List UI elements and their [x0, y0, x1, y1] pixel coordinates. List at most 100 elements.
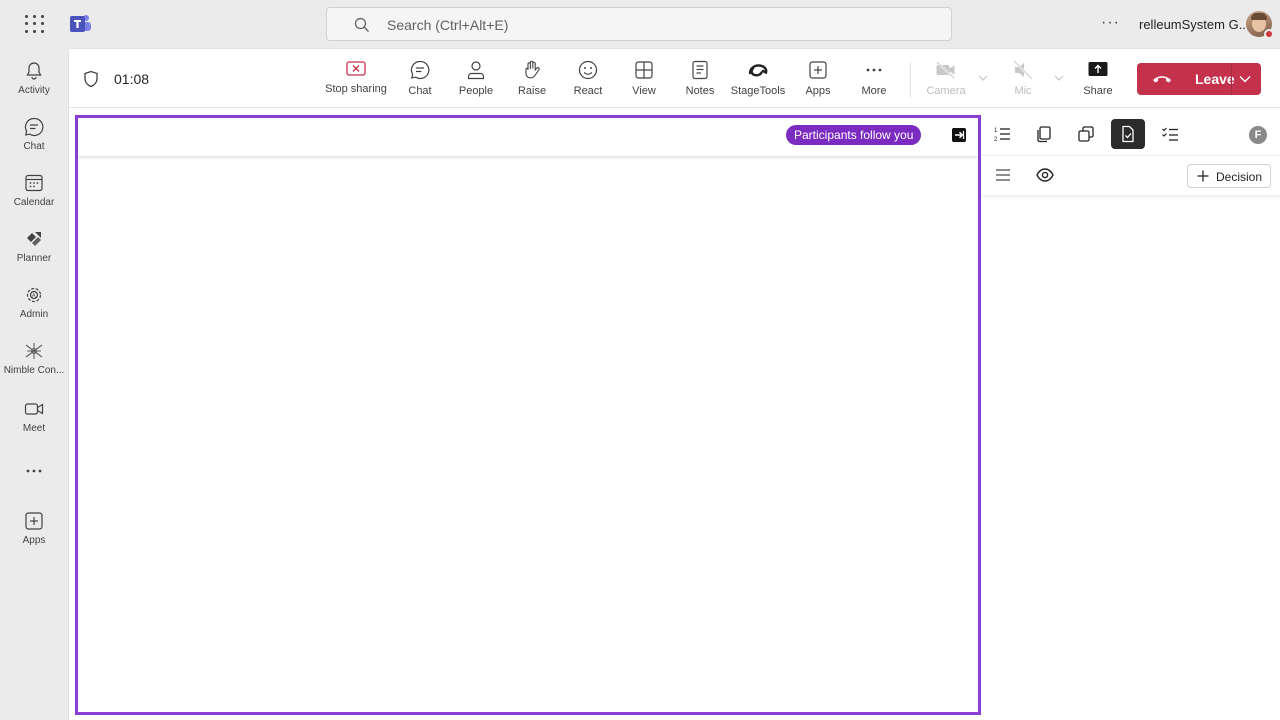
- exit-arrow-icon[interactable]: [952, 128, 966, 142]
- raise-label: Raise: [517, 85, 547, 97]
- raise-hand-icon: [525, 60, 540, 79]
- react-label: React: [573, 85, 603, 97]
- stage-header: Participants follow you: [78, 118, 978, 156]
- people-button[interactable]: People: [454, 59, 498, 103]
- rail-item-activity[interactable]: Activity: [0, 52, 68, 108]
- rail-item-nimble[interactable]: Nimble Con...: [0, 332, 68, 388]
- camera-chevron-down-icon[interactable]: [977, 72, 989, 84]
- tab-copy[interactable]: [1027, 119, 1061, 149]
- panel-tabs: 1 2 F: [981, 109, 1280, 155]
- apps-button[interactable]: Apps: [798, 59, 838, 103]
- meeting-window: 01:08 Stop sharing Chat People Raise Rea…: [68, 48, 1280, 720]
- bell-icon: [26, 62, 42, 80]
- tab-duplicate[interactable]: [1069, 119, 1103, 149]
- rail-item-planner[interactable]: Planner: [0, 220, 68, 276]
- participant-avatar[interactable]: F: [1249, 126, 1267, 144]
- mic-label: Mic: [1014, 85, 1032, 97]
- user-name[interactable]: relleumSystem G...: [1139, 17, 1250, 32]
- rail-more-icon[interactable]: [0, 452, 68, 482]
- rail-item-label: Nimble Con...: [3, 365, 65, 376]
- stagetools-button[interactable]: StageTools: [730, 59, 786, 103]
- leave-button[interactable]: Leave: [1137, 63, 1261, 95]
- panel-subtoolbar: Decision: [981, 155, 1280, 195]
- more-button[interactable]: More: [854, 59, 894, 103]
- chat-icon: [24, 117, 44, 137]
- hang-up-icon: [1153, 76, 1171, 83]
- raise-hand-button[interactable]: Raise: [512, 59, 552, 103]
- presence-busy-icon: [1264, 29, 1274, 39]
- add-app-icon: [809, 61, 827, 79]
- tab-numbered-list[interactable]: 1 2: [985, 119, 1019, 149]
- tab-document-check[interactable]: [1111, 119, 1145, 149]
- person-icon: [467, 61, 485, 80]
- rail-item-calendar[interactable]: Calendar: [0, 164, 68, 220]
- settings-more-icon[interactable]: ···: [1101, 14, 1120, 32]
- stagetools-panel: 1 2 F Decision: [981, 109, 1280, 720]
- eye-icon[interactable]: [1036, 167, 1054, 183]
- view-button[interactable]: View: [624, 59, 664, 103]
- numbered-list-icon: 1 2: [994, 128, 1010, 143]
- menu-icon[interactable]: [995, 168, 1011, 182]
- stop-sharing-button[interactable]: Stop sharing: [324, 59, 388, 103]
- stop-sharing-label: Stop sharing: [325, 83, 387, 95]
- rail-item-apps[interactable]: Apps: [0, 502, 68, 558]
- rail-item-label: Planner: [16, 253, 52, 264]
- top-bar: Search (Ctrl+Alt+E) ··· relleumSystem G.…: [0, 0, 1280, 48]
- camera-off-icon: [936, 61, 955, 79]
- stagetools-icon: [748, 64, 768, 77]
- shared-stage[interactable]: Participants follow you: [75, 115, 981, 715]
- search-icon: [354, 17, 369, 32]
- rail-item-chat[interactable]: Chat: [0, 108, 68, 164]
- rail-item-admin[interactable]: A Admin: [0, 276, 68, 332]
- mic-button[interactable]: Mic: [1005, 59, 1041, 103]
- teams-logo-icon: [70, 15, 91, 32]
- rail-item-label: Admin: [19, 309, 49, 320]
- leave-chevron-down-icon[interactable]: [1238, 73, 1252, 85]
- admin-icon: A: [26, 287, 42, 303]
- notes-label: Notes: [685, 85, 715, 97]
- mic-chevron-down-icon[interactable]: [1053, 72, 1065, 84]
- video-icon: [24, 403, 44, 415]
- app-rail: Activity Chat Calendar Planner A Admin N…: [0, 48, 68, 720]
- rail-item-label: Apps: [22, 535, 46, 546]
- plus-icon: [1197, 170, 1209, 182]
- toolbar-divider: [910, 62, 911, 98]
- checklist-icon: [1162, 127, 1178, 141]
- app-launcher-icon[interactable]: [24, 14, 44, 34]
- share-label: Share: [1083, 85, 1113, 97]
- copy-icon: [1037, 126, 1051, 143]
- camera-label: Camera: [926, 85, 966, 97]
- tab-checklist[interactable]: [1153, 119, 1187, 149]
- meeting-timer: 01:08: [114, 71, 150, 87]
- search-placeholder: Search (Ctrl+Alt+E): [387, 17, 509, 33]
- add-app-icon: [25, 512, 43, 530]
- nimble-icon: [25, 343, 43, 359]
- rail-item-label: Meet: [22, 423, 46, 434]
- react-button[interactable]: React: [568, 59, 608, 103]
- rail-item-label: Activity: [18, 85, 50, 96]
- meeting-toolbar: 01:08 Stop sharing Chat People Raise Rea…: [69, 49, 1280, 108]
- notes-icon: [692, 60, 708, 80]
- rail-item-label: Calendar: [13, 197, 55, 208]
- rail-item-meet[interactable]: Meet: [0, 390, 68, 446]
- mic-off-icon: [1013, 60, 1033, 80]
- svg-text:A: A: [32, 293, 36, 299]
- calendar-icon: [25, 174, 43, 192]
- document-check-icon: [1122, 125, 1134, 143]
- grid-view-icon: [635, 61, 653, 79]
- camera-button[interactable]: Camera: [924, 59, 968, 103]
- share-button[interactable]: Share: [1078, 59, 1118, 103]
- notes-button[interactable]: Notes: [680, 59, 720, 103]
- stagetools-label: StageTools: [730, 85, 786, 97]
- avatar[interactable]: [1246, 11, 1274, 39]
- decision-label: Decision: [1216, 170, 1263, 184]
- smiley-icon: [578, 60, 598, 80]
- chat-button[interactable]: Chat: [400, 59, 440, 103]
- svg-text:2: 2: [994, 137, 998, 143]
- leave-label: Leave: [1195, 71, 1235, 87]
- chat-label: Chat: [408, 85, 432, 97]
- add-decision-button[interactable]: Decision: [1187, 164, 1271, 188]
- rail-item-label: Chat: [23, 141, 45, 152]
- more-dots-icon: [26, 469, 42, 473]
- search-input[interactable]: Search (Ctrl+Alt+E): [326, 7, 952, 41]
